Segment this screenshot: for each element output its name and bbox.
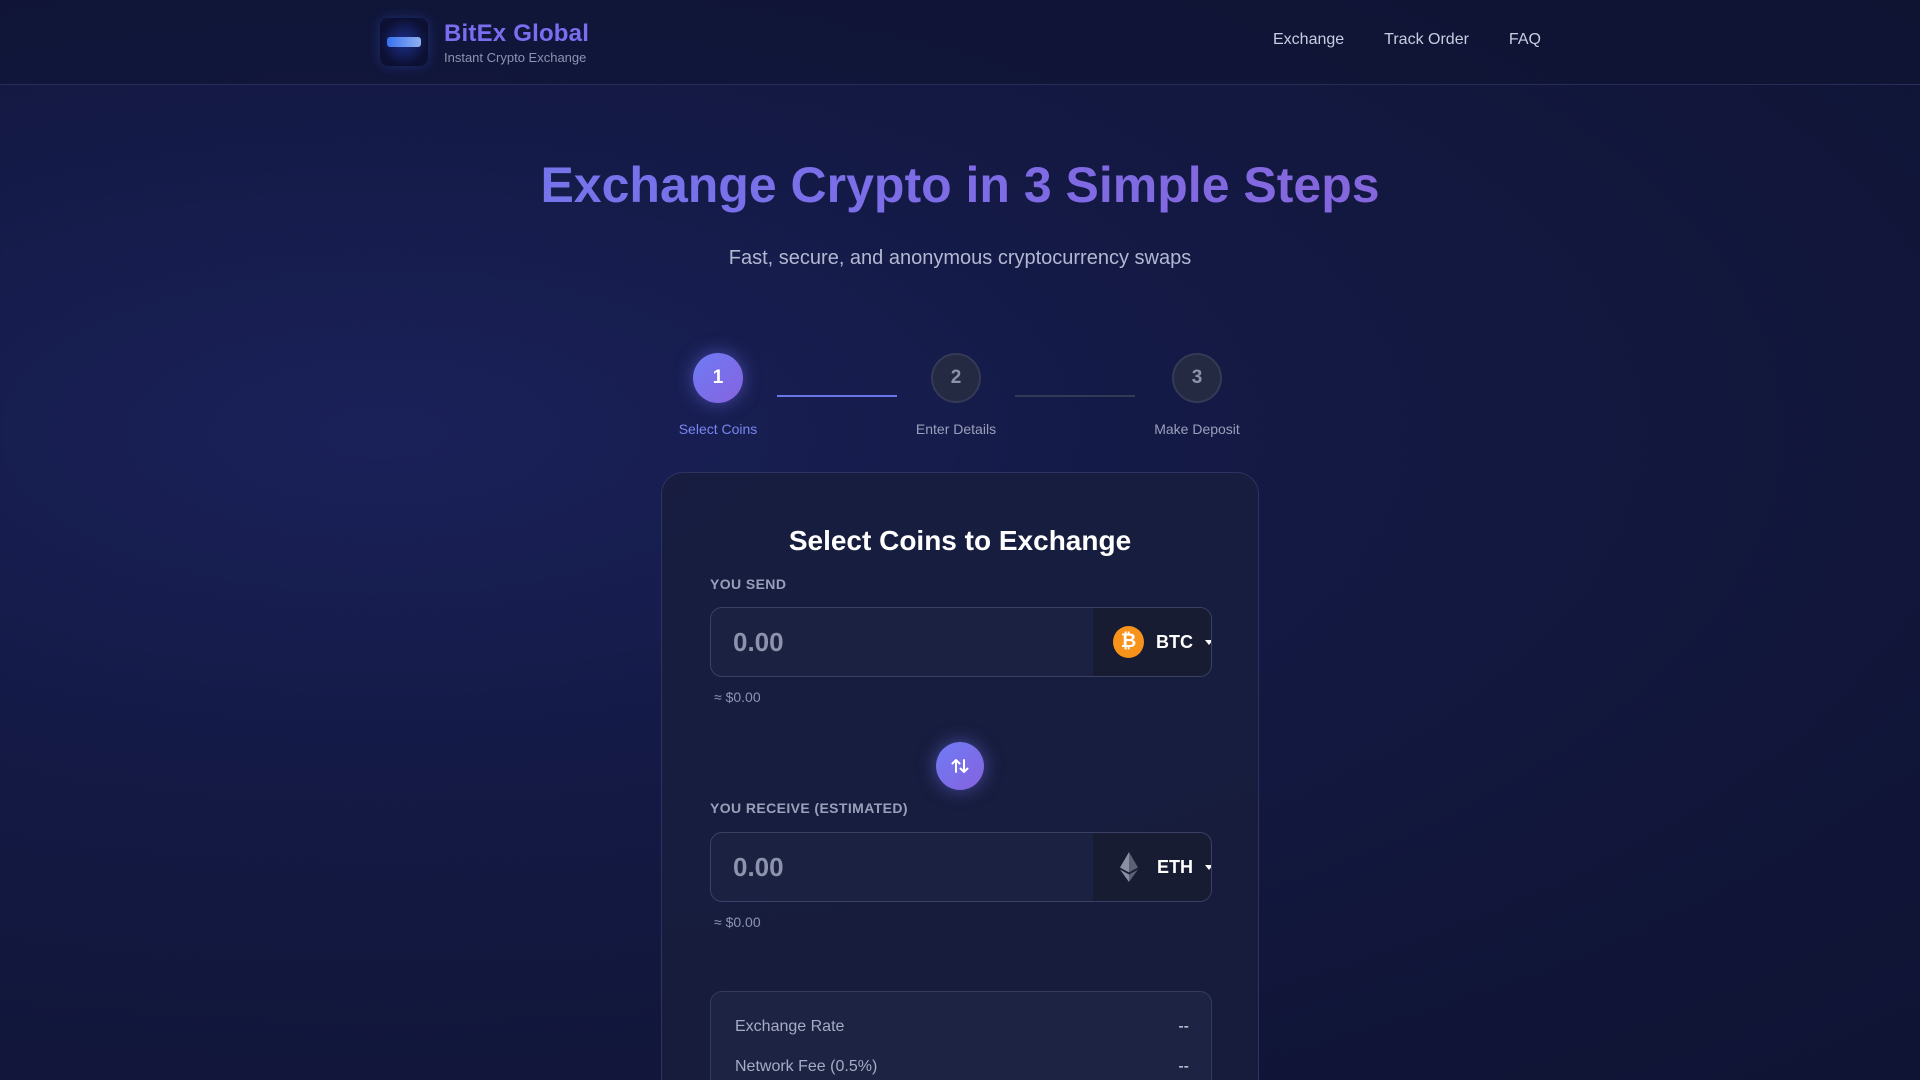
bitcoin-icon: ₿	[1113, 626, 1144, 658]
top-header: BitEx Global Instant Crypto Exchange Exc…	[0, 0, 1920, 85]
summary-row-fee: Network Fee (0.5%) --	[735, 1058, 1189, 1076]
exchange-rate-value: --	[1178, 1018, 1189, 1035]
rate-summary: Exchange Rate -- Network Fee (0.5%) --	[710, 991, 1212, 1080]
nav-track-order[interactable]: Track Order	[1384, 31, 1469, 49]
nav-exchange[interactable]: Exchange	[1273, 31, 1344, 49]
main-nav: Exchange Track Order FAQ	[1273, 31, 1541, 49]
send-amount-box: ₿ BTC	[710, 607, 1212, 677]
send-label: YOU SEND	[710, 576, 787, 592]
swap-coins-button[interactable]	[936, 742, 984, 790]
exchange-rate-label: Exchange Rate	[735, 1018, 845, 1035]
step-1: 1 Select Coins	[668, 353, 768, 437]
step-1-label: Select Coins	[678, 421, 758, 437]
step-1-number: 1	[693, 353, 743, 403]
send-amount-input[interactable]	[711, 608, 1093, 676]
receive-label: YOU RECEIVE (ESTIMATED)	[710, 800, 908, 816]
exchange-card: Select Coins to Exchange YOU SEND ₿ BTC …	[661, 472, 1259, 1080]
chevron-down-icon	[1205, 864, 1211, 870]
step-2-label: Enter Details	[915, 421, 997, 437]
ethereum-icon	[1113, 851, 1145, 883]
receive-coin-select[interactable]: ETH	[1093, 833, 1211, 901]
chevron-down-icon	[1205, 639, 1211, 645]
logo-icon	[380, 18, 428, 66]
hero-title: Exchange Crypto in 3 Simple Steps	[0, 156, 1920, 214]
brand-name: BitEx Global	[444, 19, 590, 47]
brand-tagline: Instant Crypto Exchange	[444, 49, 587, 65]
brand[interactable]: BitEx Global Instant Crypto Exchange	[380, 18, 589, 66]
receive-coin-code: ETH	[1157, 856, 1193, 877]
send-coin-code: BTC	[1156, 631, 1193, 652]
receive-amount-box: ETH	[710, 832, 1212, 902]
step-3-number: 3	[1172, 353, 1222, 403]
step-2: 2 Enter Details	[906, 353, 1006, 437]
step-connector-2	[1015, 395, 1135, 397]
step-3-label: Make Deposit	[1154, 421, 1240, 437]
card-title: Select Coins to Exchange	[788, 525, 1132, 556]
send-usd-value: ≈ $0.00	[714, 689, 761, 705]
receive-usd-value: ≈ $0.00	[714, 914, 761, 930]
receive-amount-input[interactable]	[711, 833, 1093, 901]
swap-arrows-icon	[951, 759, 969, 773]
step-3: 3 Make Deposit	[1137, 353, 1257, 437]
step-connector-1	[777, 395, 897, 397]
network-fee-label: Network Fee (0.5%)	[735, 1058, 878, 1075]
summary-row-rate: Exchange Rate --	[735, 1018, 1189, 1036]
step-2-number: 2	[931, 353, 981, 403]
hero-subtitle: Fast, secure, and anonymous cryptocurren…	[728, 247, 1192, 269]
nav-faq[interactable]: FAQ	[1509, 31, 1541, 49]
network-fee-value: --	[1178, 1058, 1189, 1075]
send-coin-select[interactable]: ₿ BTC	[1093, 608, 1211, 676]
